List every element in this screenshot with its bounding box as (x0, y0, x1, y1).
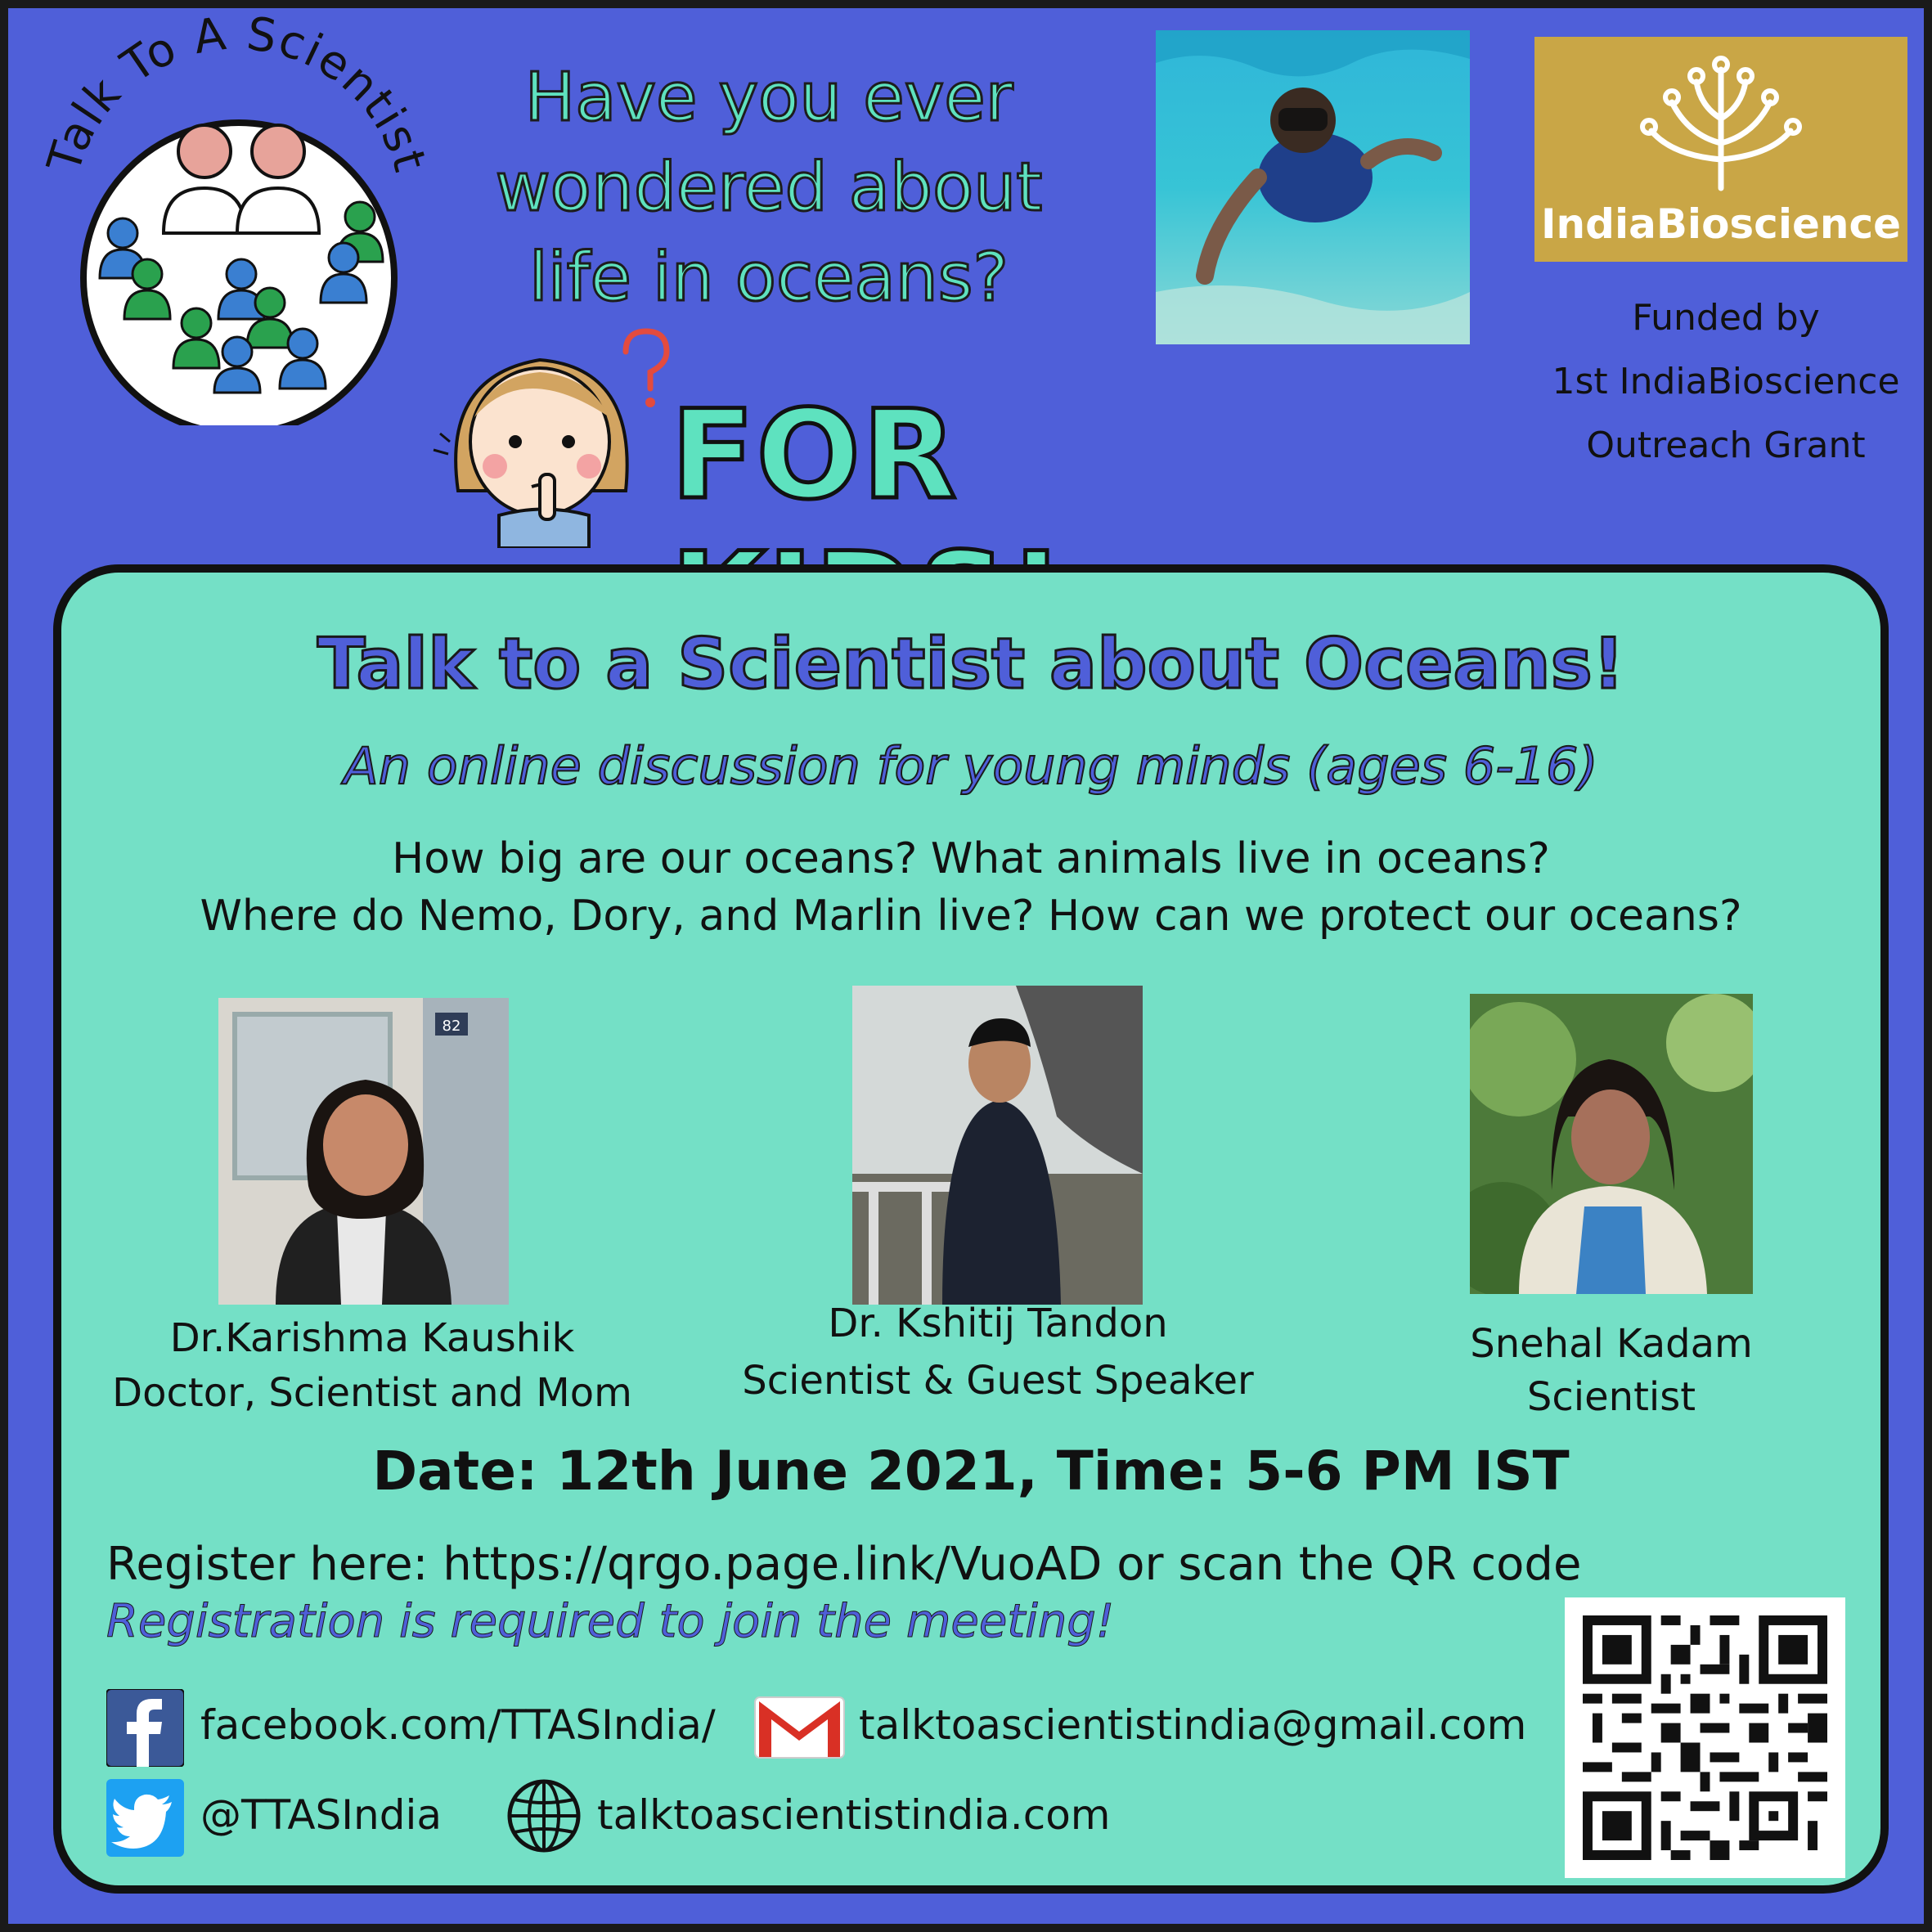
lab-sign-text: 82 (443, 1018, 461, 1035)
speaker-name-1: Dr.Karishma Kaushik (169, 1315, 575, 1361)
event-date-time: Date: 12th June 2021, Time: 5-6 PM IST (372, 1440, 1570, 1503)
speaker-name-3: Snehal Kadam (1470, 1321, 1753, 1367)
thinking-girl-illustration (433, 328, 670, 548)
poster: Talk To A Scientist Have you ever wonder… (0, 0, 1932, 1932)
ocean-question: Have you ever wondered about life in oce… (442, 53, 1096, 323)
register-link[interactable]: Register here: https://qrgo.page.link/Vu… (106, 1538, 1581, 1591)
tree-icon (1640, 56, 1802, 191)
snorkeler-photo (1156, 30, 1470, 344)
question-mark-icon (622, 328, 670, 407)
globe-icon[interactable] (503, 1775, 585, 1857)
event-subtitle: An online discussion for young minds (ag… (343, 735, 1598, 797)
twitter-handle[interactable]: @TTASIndia (200, 1791, 442, 1839)
funded-line-3: Outreach Grant (1586, 425, 1866, 466)
speaker-role-2: Scientist & Guest Speaker (742, 1358, 1254, 1404)
speaker-role-1: Doctor, Scientist and Mom (112, 1370, 632, 1416)
email-link[interactable]: talktoascientistindia@gmail.com (859, 1701, 1526, 1749)
event-title: Talk to a Scientist about Oceans! (316, 622, 1625, 707)
speaker-photo-kshitij (852, 986, 1143, 1305)
qr-code-icon (1583, 1615, 1827, 1860)
twitter-icon[interactable] (106, 1779, 184, 1857)
funded-line-2: 1st IndiaBioscience (1552, 361, 1900, 402)
registration-required-note: Registration is required to join the mee… (106, 1595, 1115, 1649)
event-question-1: How big are our oceans? What animals liv… (392, 834, 1550, 883)
question-line-1: Have you ever (523, 58, 1014, 138)
speaker-photo-snehal (1470, 994, 1753, 1294)
speaker-name-2: Dr. Kshitij Tandon (828, 1301, 1168, 1346)
funded-line-1: Funded by (1632, 297, 1820, 339)
sponsor-logo-text: IndiaBioscience (1540, 200, 1902, 248)
qr-code[interactable] (1565, 1597, 1845, 1878)
funded-by: Funded by 1st IndiaBioscience Outreach G… (1521, 286, 1924, 478)
facebook-icon[interactable] (106, 1689, 184, 1767)
talk-to-a-scientist-logo: Talk To A Scientist (38, 16, 435, 425)
event-question-2: Where do Nemo, Dory, and Marlin live? Ho… (200, 892, 1742, 941)
website-link[interactable]: talktoascientistindia.com (597, 1791, 1111, 1839)
speaker-photo-karishma: 82 (218, 998, 509, 1305)
event-panel: Talk to a Scientist about Oceans! An onl… (53, 564, 1889, 1894)
gmail-icon[interactable] (753, 1695, 847, 1760)
question-line-3: life in oceans? (528, 238, 1010, 318)
question-line-2: wondered about (494, 148, 1044, 228)
speaker-role-3: Scientist (1526, 1374, 1696, 1420)
indiabioscience-logo: IndiaBioscience (1534, 37, 1907, 262)
facebook-link[interactable]: facebook.com/TTASIndia/ (200, 1701, 716, 1749)
